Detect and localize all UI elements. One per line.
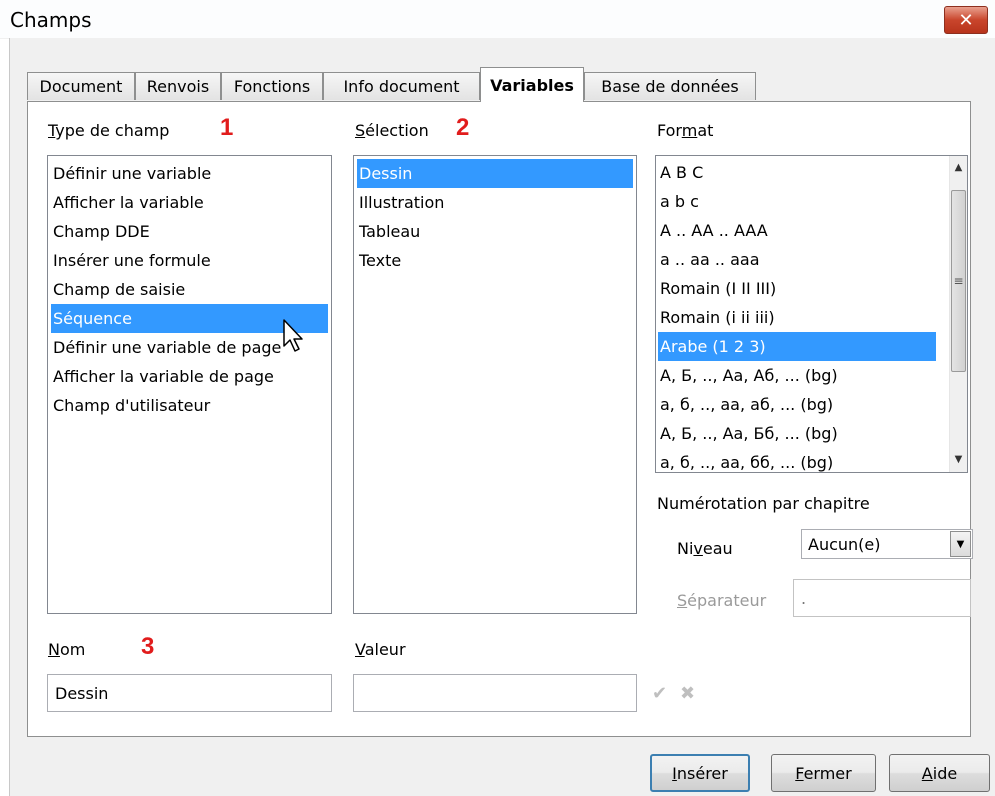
chevron-down-icon[interactable]: ▼	[950, 531, 971, 557]
nom-label: Nom	[48, 640, 86, 659]
list-item[interactable]: Texte	[357, 246, 401, 275]
chapter-numbering-heading: Numérotation par chapitre	[657, 494, 870, 513]
list-item-selected[interactable]: Arabe (1 2 3)	[658, 332, 936, 361]
list-item[interactable]: Afficher la variable de page	[51, 362, 274, 391]
inserer-button[interactable]: Insérer	[650, 754, 750, 792]
tab-label: Variables	[490, 75, 574, 95]
list-item[interactable]: a .. aa .. aaa	[658, 245, 760, 274]
format-list[interactable]: A B C a b c A .. AA .. AAA a .. aa .. aa…	[655, 155, 968, 473]
grip-icon: ≡	[953, 274, 964, 288]
tab-renvois[interactable]: Renvois	[135, 72, 221, 100]
tab-fonctions[interactable]: Fonctions	[221, 72, 323, 100]
list-item[interactable]: A B C	[658, 158, 703, 187]
niveau-label: Niveau	[677, 539, 733, 558]
scroll-thumb[interactable]: ≡	[951, 190, 966, 372]
inserer-label: Insérer	[672, 763, 728, 783]
aide-label: Aide	[921, 763, 958, 783]
list-item[interactable]: Définir une variable	[51, 159, 211, 188]
list-item[interactable]: Champ d'utilisateur	[51, 391, 210, 420]
list-item[interactable]: А, Б, .., Аа, Бб, ... (bg)	[658, 419, 838, 448]
callout-number-2: 2	[456, 114, 470, 141]
list-item[interactable]: a b c	[658, 187, 699, 216]
separateur-input[interactable]: .	[793, 579, 971, 617]
type-de-champ-list[interactable]: Définir une variable Afficher la variabl…	[47, 155, 332, 614]
list-item[interactable]: А, Б, .., Аа, Аб, ... (bg)	[658, 361, 838, 390]
list-item[interactable]: Romain (I II III)	[658, 274, 776, 303]
selection-list[interactable]: Dessin Illustration Tableau Texte	[353, 155, 637, 614]
list-item[interactable]: Insérer une formule	[51, 246, 211, 275]
window-title: Champs	[10, 8, 92, 32]
list-item[interactable]: Afficher la variable	[51, 188, 204, 217]
type-de-champ-label: Type de champ	[48, 121, 170, 140]
tab-label: Document	[39, 77, 123, 96]
list-item[interactable]: Champ de saisie	[51, 275, 185, 304]
list-item[interactable]: Champ DDE	[51, 217, 150, 246]
list-item-selected[interactable]: Dessin	[357, 159, 633, 188]
list-item[interactable]: Illustration	[357, 188, 444, 217]
nom-input[interactable]: Dessin	[47, 674, 332, 712]
apply-check-icon[interactable]: ✔	[652, 683, 667, 704]
callout-number-3: 3	[141, 633, 155, 660]
selection-label: Sélection	[355, 121, 429, 140]
scroll-up-icon[interactable]: ▲	[950, 158, 967, 176]
list-item[interactable]: Romain (i ii iii)	[658, 303, 775, 332]
list-item[interactable]: Définir une variable de page	[51, 333, 281, 362]
close-button[interactable]: ✕	[944, 6, 988, 34]
tab-strip: Document Renvois Fonctions Info document…	[27, 67, 757, 102]
valeur-label: Valeur	[355, 640, 406, 659]
separateur-label: Séparateur	[677, 591, 767, 610]
callout-number-1: 1	[220, 114, 234, 141]
close-icon: ✕	[958, 9, 974, 31]
list-item[interactable]: а, б, .., аа, бб, ... (bg)	[658, 448, 833, 472]
delete-x-icon[interactable]: ✖	[680, 683, 695, 704]
list-item[interactable]: Tableau	[357, 217, 420, 246]
tab-label: Fonctions	[233, 77, 311, 96]
tab-variables[interactable]: Variables	[480, 67, 584, 102]
niveau-value: Aucun(e)	[808, 535, 881, 554]
aide-button[interactable]: Aide	[889, 754, 990, 792]
tab-label: Base de données	[601, 77, 739, 96]
fermer-button[interactable]: Fermer	[771, 754, 876, 792]
valeur-input[interactable]	[353, 674, 637, 712]
list-item[interactable]: а, б, .., аа, аб, ... (bg)	[658, 390, 833, 419]
tab-base-de-donnees[interactable]: Base de données	[584, 72, 756, 100]
tab-info-document[interactable]: Info document	[323, 72, 480, 100]
format-scrollbar[interactable]: ▲ ≡ ▼	[949, 156, 967, 472]
tab-document[interactable]: Document	[27, 72, 135, 100]
mouse-cursor-icon	[283, 319, 303, 352]
fermer-label: Fermer	[795, 763, 852, 783]
list-item[interactable]: A .. AA .. AAA	[658, 216, 768, 245]
format-label: Format	[657, 121, 714, 140]
tab-label: Renvois	[146, 77, 210, 96]
niveau-select[interactable]: Aucun(e) ▼	[801, 529, 973, 559]
title-bar: Champs ✕	[0, 0, 995, 39]
scroll-down-icon[interactable]: ▼	[950, 450, 967, 468]
tab-label: Info document	[343, 77, 460, 96]
